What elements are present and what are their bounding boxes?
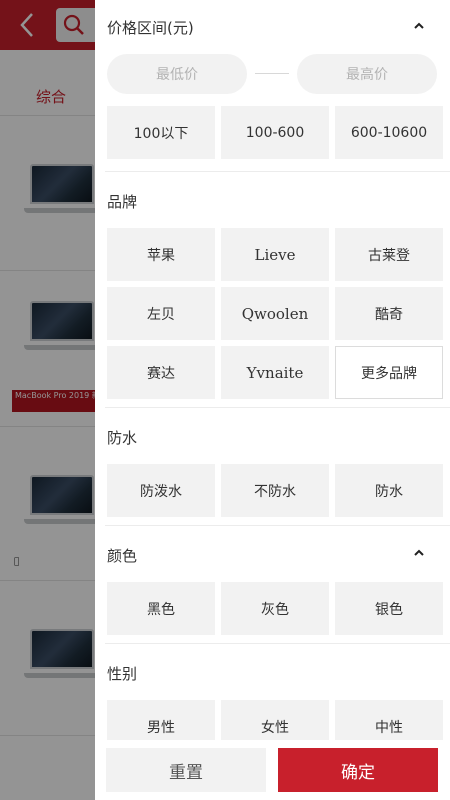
max-price-input[interactable]: 最高价 [297,54,437,94]
brand-option[interactable]: 苹果 [107,228,215,281]
color-option[interactable]: 灰色 [221,582,329,635]
action-bar: 重置 确定 [95,740,450,800]
section-divider [105,643,450,644]
brand-option[interactable]: Yvnaite [221,346,329,399]
section-divider [105,407,450,408]
brand-option[interactable]: 酷奇 [335,287,443,340]
chevron-up-icon[interactable] [412,19,426,33]
price-section-title: 价格区间(元) [107,19,194,37]
waterproof-section-title: 防水 [107,429,138,447]
waterproof-option[interactable]: 防泼水 [107,464,215,517]
brand-section-title: 品牌 [107,193,138,211]
color-option[interactable]: 银色 [335,582,443,635]
price-range-option[interactable]: 100-600 [221,106,329,159]
more-brands-button[interactable]: 更多品牌 [335,346,443,399]
reset-button[interactable]: 重置 [106,748,266,792]
min-price-input[interactable]: 最低价 [107,54,247,94]
chevron-up-icon[interactable] [412,546,426,560]
brand-option[interactable]: 左贝 [107,287,215,340]
confirm-button[interactable]: 确定 [278,748,438,792]
color-option[interactable]: 黑色 [107,582,215,635]
waterproof-option[interactable]: 防水 [335,464,443,517]
brand-option[interactable]: 古莱登 [335,228,443,281]
brand-option[interactable]: Lieve [221,228,329,281]
section-divider [105,171,450,172]
section-divider [105,525,450,526]
color-section-title: 颜色 [107,547,138,565]
price-range-dash [255,73,289,74]
brand-option[interactable]: 赛达 [107,346,215,399]
price-range-option[interactable]: 100以下 [107,106,215,159]
brand-option[interactable]: Qwoolen [221,287,329,340]
waterproof-option[interactable]: 不防水 [221,464,329,517]
filter-drawer: 价格区间(元) 最低价 最高价 100以下 100-600 600-10600 … [95,0,450,800]
price-range-option[interactable]: 600-10600 [335,106,443,159]
gender-section-title: 性别 [107,665,138,683]
